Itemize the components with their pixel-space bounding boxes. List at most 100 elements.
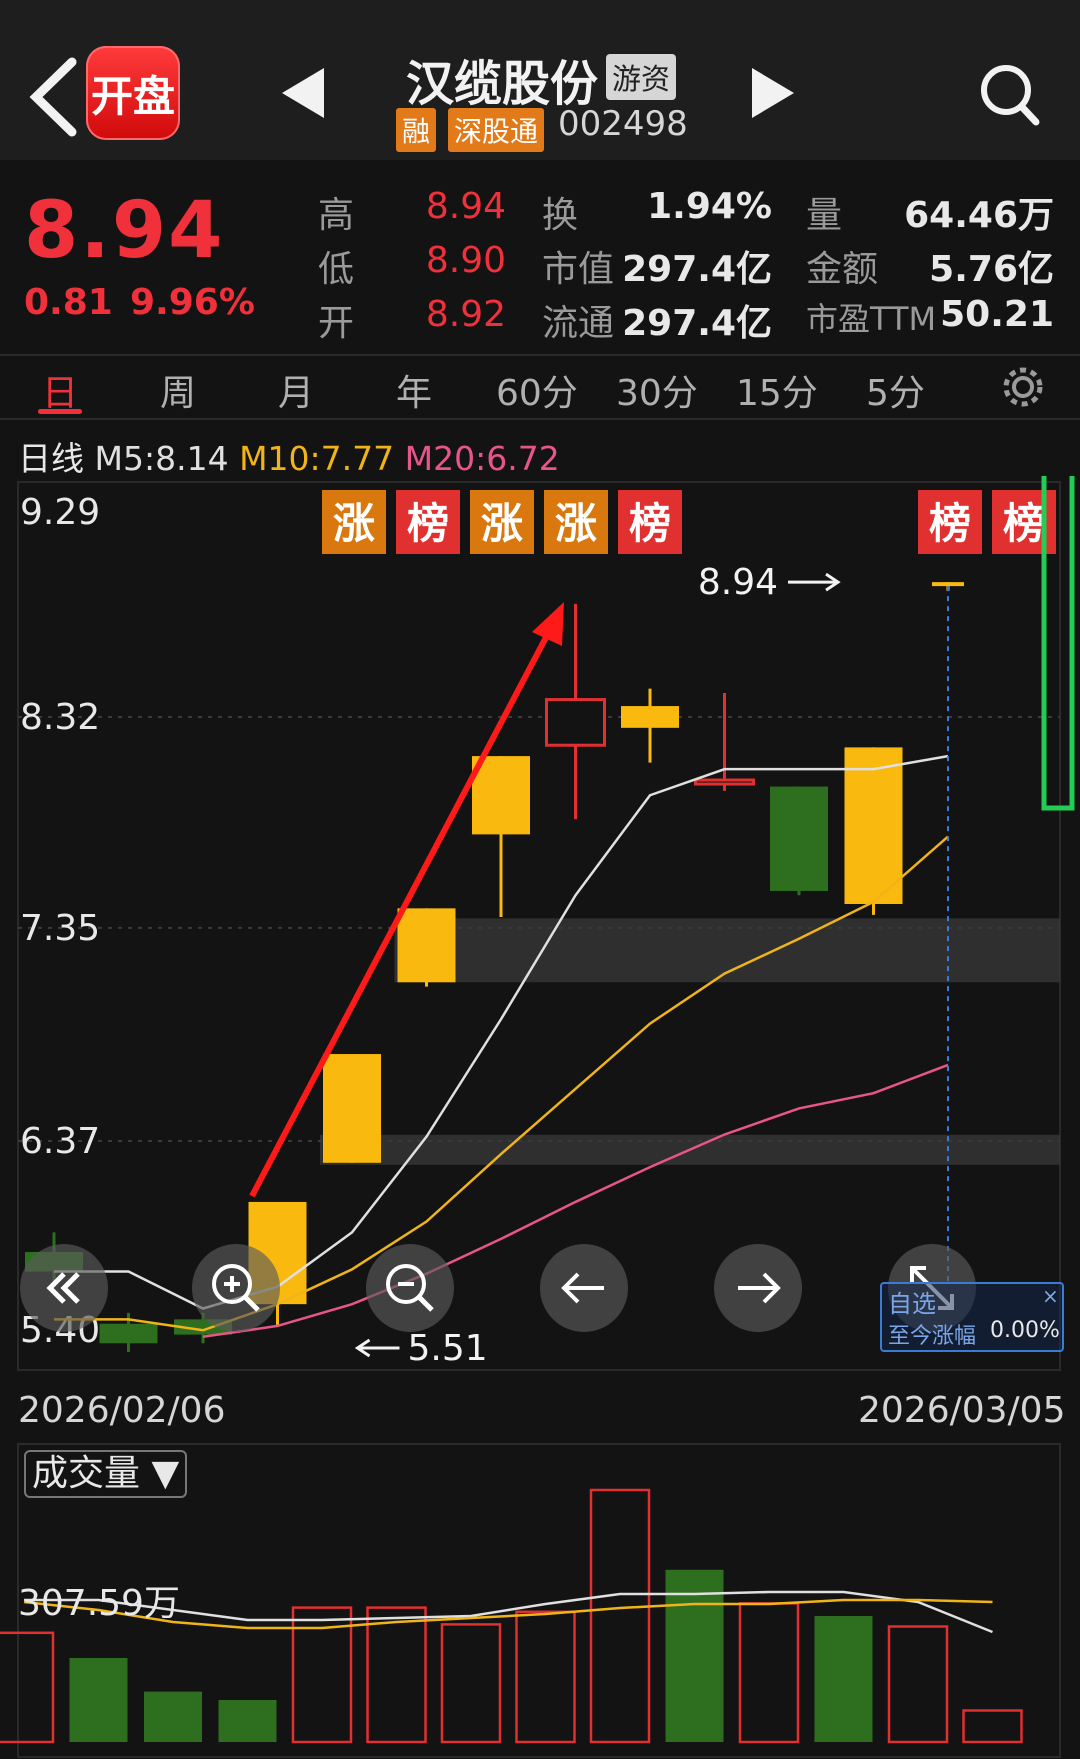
candle-body [694,778,755,786]
badge-text: 涨 [555,499,597,548]
divider [0,354,1080,356]
low-label: 低 [318,249,355,290]
close-icon[interactable]: × [1042,1284,1059,1308]
candle-body [323,1054,381,1163]
y-tick-label: 8.32 [20,697,100,738]
zoom-in-icon [212,1264,260,1312]
price-change-percent: 9.96% [130,282,255,323]
indicator-select[interactable]: 成交量 ▼ [24,1450,188,1498]
high-value: 8.94 [425,186,506,227]
zoom-out-button[interactable] [366,1244,454,1332]
badge-text: 榜 [407,499,449,548]
candle-body [844,747,903,904]
current-price: 8.94 [24,186,225,276]
open-label: 开 [318,303,355,344]
tab-30min[interactable]: 30分 [616,364,698,416]
app-logo[interactable]: 开盘 [86,46,180,140]
rewind-button[interactable] [20,1244,108,1332]
price-change: 0.81 [24,282,113,323]
badge-text: 榜 [629,499,671,548]
amount-label: 金额 [806,249,879,290]
volume-bar [69,1658,128,1742]
ma-m10-value: M10:7.77 [239,439,395,478]
widget-value: 0.00% [990,1318,1060,1343]
turnover-value: 1.94% [647,186,772,227]
candle-body [99,1323,158,1344]
volume-label: 量 [806,195,843,236]
tag-margin: 融 [396,108,437,152]
zoom-out-icon [386,1264,434,1312]
next-stock-button[interactable] [752,68,794,118]
low-value: 8.90 [425,240,506,281]
amount-value: 5.76亿 [929,249,1054,290]
ma-m5-value: M5:8.14 [94,439,229,478]
divider [0,418,1080,420]
high-price-marker: 8.94 [698,562,778,603]
volume-bar [887,1625,949,1744]
badge-text: 涨 [481,499,523,548]
back-button[interactable] [24,52,84,142]
tab-15min[interactable]: 15分 [736,364,818,416]
volume-bar [144,1691,202,1742]
period-tabs: 日 周 月 年 60分 30分 15分 5分 [0,358,1080,414]
y-tick-label: 9.29 [20,492,100,533]
volume-bar [814,1616,873,1742]
widget-label: 至今涨幅 [888,1324,977,1349]
ma-m20-value: M20:6.72 [404,439,560,478]
y-tick-label: 6.37 [20,1121,100,1162]
volume-max-label: 307.59万 [18,1583,180,1624]
gear-icon[interactable] [1000,364,1046,410]
y-tick-label: 7.35 [20,908,100,949]
volume-bar [440,1623,502,1744]
tab-year[interactable]: 年 [396,364,432,416]
high-label: 高 [318,195,355,236]
turnover-label: 换 [542,195,579,236]
start-date: 2026/02/06 [18,1390,226,1431]
market-cap-value: 297.4亿 [622,249,772,290]
tab-month[interactable]: 月 [278,364,314,416]
volume-bar [218,1700,277,1742]
float-cap-value: 297.4亿 [622,303,772,344]
zoom-in-button[interactable] [192,1244,280,1332]
double-chevron-left-icon [46,1272,80,1304]
float-cap-label: 流通 [542,303,615,344]
ma-prefix: 日线 [18,439,84,478]
volume-bar [962,1709,1023,1744]
kline-chart[interactable]: 9.298.327.356.375.40涨榜涨涨榜榜榜8.945.51 [0,476,1080,1376]
market-cap-label: 市值 [542,249,615,290]
low-price-marker: 5.51 [408,1328,488,1369]
candle-body [545,698,606,747]
volume-bar [366,1606,427,1744]
tag-shenguotong: 深股通 [448,108,545,152]
tag-youzi: 游资 [606,54,677,100]
ma-legend: 日线 M5:8.14 M10:7.77 M20:6.72 [18,432,560,480]
candle-body [770,786,828,891]
arrow-left-icon [561,1272,604,1304]
trend-arrow [249,624,555,1198]
volume-value: 64.46万 [904,195,1054,236]
previous-stock-button[interactable] [282,68,324,118]
badge-text: 榜 [1003,499,1045,548]
watchlist-gain-widget[interactable]: 自选 至今涨幅 0.00% × [880,1282,1064,1352]
scroll-right-button[interactable] [714,1244,802,1332]
badge-text: 榜 [929,499,971,548]
candle-body [621,706,679,728]
tab-60min[interactable]: 60分 [496,364,578,416]
candle-body [932,582,964,587]
chevron-down-icon: ▼ [151,1453,180,1494]
pe-ttm-value: 50.21 [940,294,1054,335]
volume-bar [589,1488,651,1744]
tab-week[interactable]: 周 [160,364,196,416]
scroll-left-button[interactable] [540,1244,628,1332]
open-value: 8.92 [425,294,506,335]
trend-arrow-head [532,602,564,646]
arrow-right-icon [738,1272,781,1304]
active-tab-indicator [38,409,82,414]
volume-bar [515,1610,576,1744]
search-icon[interactable] [978,62,1040,128]
volume-bar [738,1602,800,1744]
tab-5min[interactable]: 5分 [866,364,925,416]
volume-bar [0,1631,55,1744]
indicator-select-label: 成交量 [32,1453,141,1494]
volume-bar [665,1569,724,1742]
